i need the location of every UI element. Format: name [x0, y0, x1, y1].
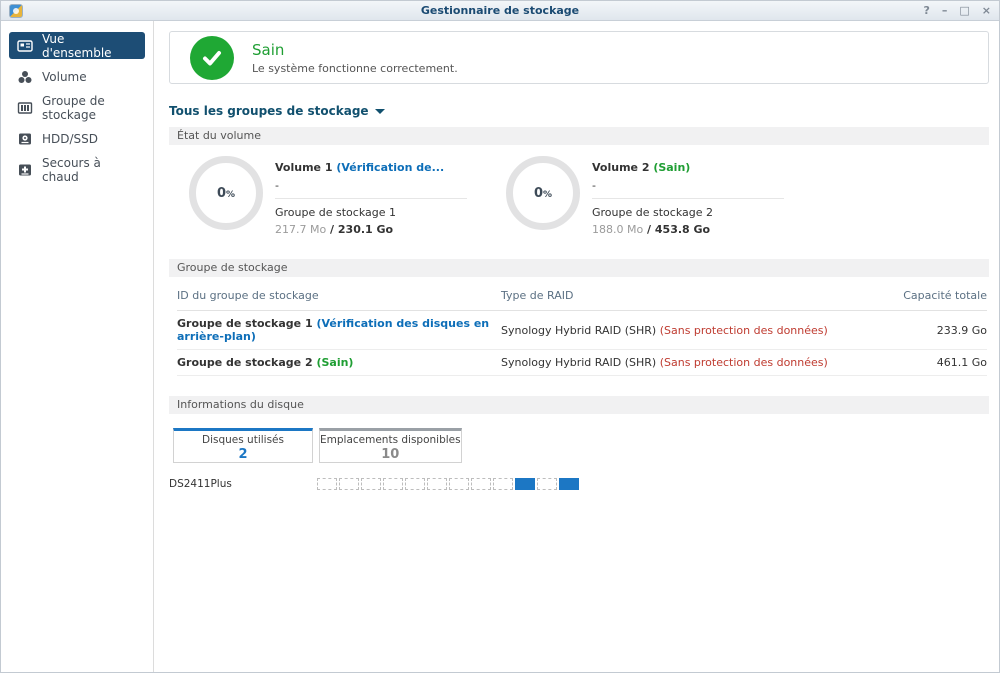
disk-tabs: Disques utilisés 2 Emplacements disponib… [173, 428, 989, 463]
disk-slot-empty [339, 478, 359, 490]
disks-used-count: 2 [238, 447, 248, 462]
volume-1-panel: 0% Volume 1 (Vérification de... - Groupe… [189, 156, 506, 236]
sidebar-item-label: Volume [42, 69, 87, 84]
storage-pool-filter-dropdown[interactable]: Tous les groupes de stockage [169, 104, 385, 118]
sidebar: Vue d'ensemble Volume Groupe de stockage… [1, 21, 154, 672]
sidebar-item-overview[interactable]: Vue d'ensemble [9, 31, 145, 60]
sidebar-item-volume[interactable]: Volume [9, 63, 145, 90]
raid-type: Synology Hybrid RAID (SHR) [501, 323, 660, 337]
sidebar-item-storage-pool[interactable]: Groupe de stockage [9, 93, 145, 122]
table-row[interactable]: Groupe de stockage 1 (Vérification des d… [177, 311, 987, 350]
sidebar-item-hot-spare[interactable]: Secours à chaud [9, 155, 145, 184]
volume-2-usage-ring: 0% [506, 156, 580, 230]
sidebar-item-label: Vue d'ensemble [42, 31, 112, 60]
disk-slot-used [515, 478, 535, 490]
pool-name: Groupe de stockage 2 [177, 356, 317, 369]
volume-status-row: 0% Volume 1 (Vérification de... - Groupe… [169, 145, 989, 250]
sidebar-item-label: Secours à chaud [42, 155, 101, 184]
volume-total-space: 230.1 Go [337, 223, 394, 236]
overview-content: Sain Le système fonctionne correctement.… [154, 21, 999, 672]
volume-pool-name: Groupe de stockage 1 [275, 206, 396, 219]
sidebar-item-label: HDD/SSD [42, 131, 99, 146]
disk-slot-empty [537, 478, 557, 490]
table-header-row: ID du groupe de stockage Type de RAID Ca… [177, 277, 987, 311]
disk-slot-strip [317, 478, 579, 490]
pool-status-text: (Sain) [316, 356, 354, 369]
sidebar-item-hdd-ssd[interactable]: HDD/SSD [9, 125, 145, 152]
raid-warning: (Sans protection des données) [659, 356, 828, 369]
device-row: DS2411Plus [169, 478, 989, 490]
pool-name: Groupe de stockage 1 [177, 317, 317, 330]
disk-slot-used [559, 478, 579, 490]
hot-spare-icon [17, 162, 33, 178]
column-header-pool-id: ID du groupe de stockage [177, 289, 319, 302]
table-row[interactable]: Groupe de stockage 2 (Sain) Synology Hyb… [177, 350, 987, 376]
storage-pool-section-header: Groupe de stockage [169, 259, 989, 277]
tab-disks-used[interactable]: Disques utilisés 2 [173, 428, 313, 463]
volume-detail-placeholder: - [275, 179, 279, 192]
volume-total-space: 453.8 Go [654, 223, 711, 236]
volume-usage-percent: 0 [216, 185, 226, 201]
storage-pool-table: ID du groupe de stockage Type de RAID Ca… [177, 277, 987, 376]
volume-used-space: 217.7 Mo [275, 223, 327, 236]
green-check-icon [190, 35, 234, 80]
storage-pool-icon [17, 100, 33, 116]
maximize-icon[interactable]: □ [959, 4, 969, 18]
volume-icon [17, 69, 33, 85]
disk-slot-empty [383, 478, 403, 490]
disk-info-section-header: Informations du disque [169, 396, 989, 414]
disk-slot-empty [449, 478, 469, 490]
raid-type: Synology Hybrid RAID (SHR) [501, 356, 660, 369]
column-header-raid-type: Type de RAID [501, 289, 574, 302]
device-name: DS2411Plus [169, 478, 232, 490]
volume-detail-placeholder: - [592, 179, 596, 192]
window-controls: ? – □ × [923, 4, 991, 18]
pool-capacity: 461.1 Go [936, 356, 987, 369]
disk-slot-empty [471, 478, 491, 490]
help-icon[interactable]: ? [923, 4, 929, 18]
volume-name: Volume 2 [592, 161, 654, 174]
health-description: Le système fonctionne correctement. [252, 61, 458, 75]
close-icon[interactable]: × [982, 4, 991, 18]
overview-icon [17, 38, 33, 54]
column-header-total-capacity: Capacité totale [903, 289, 987, 302]
disk-slot-empty [405, 478, 425, 490]
divider [592, 198, 784, 199]
system-health-card: Sain Le système fonctionne correctement. [169, 31, 989, 84]
storage-manager-window: Gestionnaire de stockage ? – □ × Vue d'e… [0, 0, 1000, 673]
hdd-icon [17, 131, 33, 147]
raid-warning: (Sans protection des données) [659, 323, 828, 337]
health-status: Sain [252, 40, 285, 59]
volume-status-text: (Sain) [653, 161, 691, 174]
divider [275, 198, 467, 199]
pool-capacity: 233.9 Go [936, 323, 987, 337]
volume-2-panel: 0% Volume 2 (Sain) - Groupe de stockage … [506, 156, 823, 236]
volume-pool-name: Groupe de stockage 2 [592, 206, 713, 219]
disk-slot-empty [361, 478, 381, 490]
slots-available-count: 10 [381, 447, 400, 462]
sidebar-item-label: Groupe de stockage [42, 93, 105, 122]
minimize-icon[interactable]: – [942, 4, 948, 18]
chevron-down-icon [374, 108, 385, 114]
window-title: Gestionnaire de stockage [420, 4, 580, 17]
volume-status-text: (Vérification de... [336, 161, 445, 174]
disk-slot-empty [317, 478, 337, 490]
disk-slot-empty [427, 478, 447, 490]
volume-status-section-header: État du volume [169, 127, 989, 145]
disk-slot-empty [493, 478, 513, 490]
tab-slots-available[interactable]: Emplacements disponibles 10 [319, 428, 462, 463]
titlebar: Gestionnaire de stockage ? – □ × [1, 1, 999, 21]
volume-used-space: 188.0 Mo [592, 223, 644, 236]
pool-filter-label: Tous les groupes de stockage [169, 104, 369, 118]
volume-1-usage-ring: 0% [189, 156, 263, 230]
volume-usage-percent: 0 [533, 185, 543, 201]
volume-name: Volume 1 [275, 161, 337, 174]
